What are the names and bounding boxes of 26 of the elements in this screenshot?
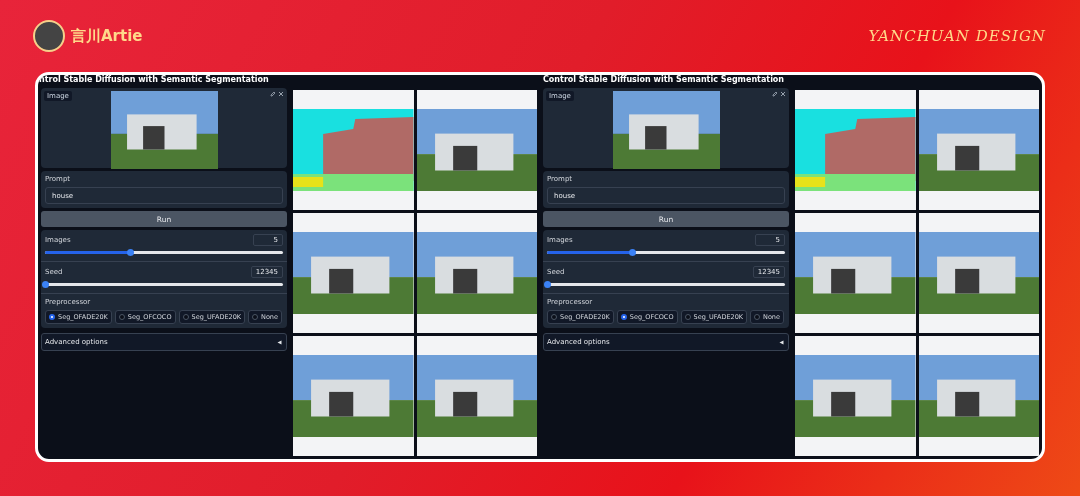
slider-thumb[interactable] [543,281,551,288]
slider-thumb[interactable] [629,249,637,256]
close-icon[interactable] [278,91,284,97]
caret-icon [779,339,784,345]
slider-track[interactable] [547,283,785,286]
close-icon[interactable] [780,91,786,97]
app-title: Control Stable Diffusion with Semantic Segmentation [543,75,786,86]
radio-icon[interactable] [684,314,691,320]
author-name: 言川Artie [71,26,143,46]
slider-thumb[interactable] [127,249,135,256]
radio-icon[interactable] [551,314,557,320]
radio-icon[interactable] [182,314,189,320]
brand-name: YANCHUAN DESIGN [868,27,1046,45]
radio-icon[interactable] [49,314,55,320]
radio-icon[interactable] [118,314,125,320]
edit-icon[interactable] [270,91,276,97]
slider-thumb[interactable] [41,281,49,288]
radio-icon[interactable] [754,314,761,320]
radio-icon[interactable] [252,314,259,320]
slider-track[interactable] [547,251,785,254]
slider-track[interactable] [45,251,283,254]
avatar [33,20,65,52]
edit-icon[interactable] [772,91,778,97]
radio-icon[interactable] [620,314,627,320]
slider-track[interactable] [45,283,283,286]
caret-icon [277,339,282,345]
